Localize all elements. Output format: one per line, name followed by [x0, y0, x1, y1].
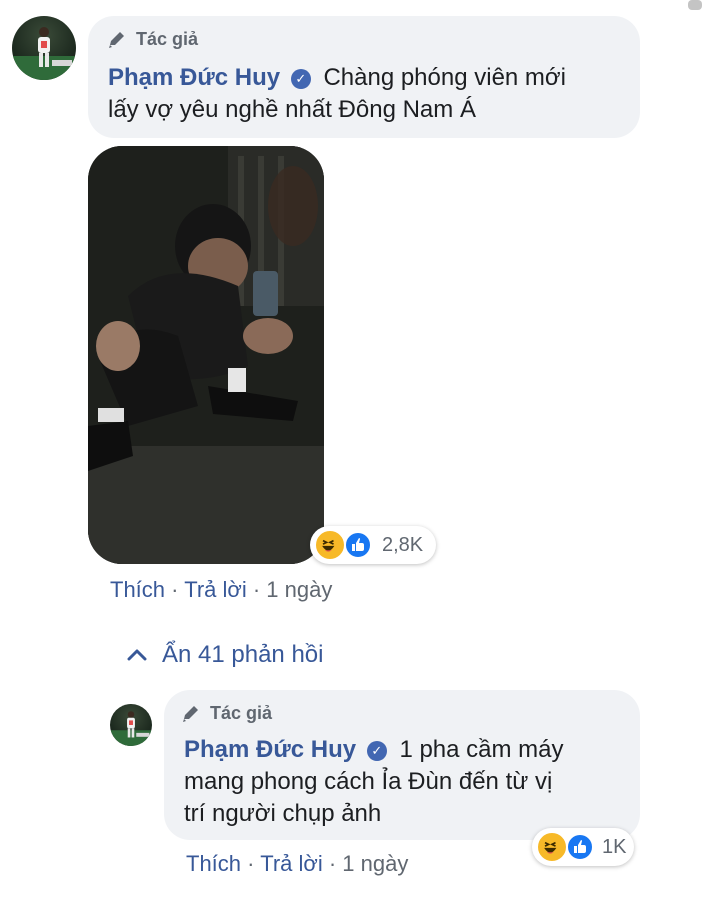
- separator: ·: [171, 577, 179, 602]
- reply-link[interactable]: Trả lời: [260, 851, 323, 876]
- like-reaction-icon: [566, 833, 594, 861]
- photo-image: [88, 146, 324, 564]
- reaction-summary[interactable]: 1K: [532, 828, 634, 866]
- reply-link[interactable]: Trả lời: [184, 577, 247, 602]
- reply-avatar[interactable]: [110, 704, 152, 746]
- verified-badge-icon: ✓: [290, 68, 311, 89]
- scrollbar-thumb[interactable]: [688, 0, 702, 10]
- reply-text-line1: 1 pha cầm máy: [399, 736, 564, 763]
- chevron-up-icon: [126, 644, 148, 666]
- reply-text-line3: trí người chụp ảnh: [184, 800, 382, 827]
- avatar[interactable]: [12, 16, 76, 80]
- author-badge-label: Tác giả: [136, 28, 199, 49]
- avatar-image: [110, 711, 152, 746]
- like-link[interactable]: Thích: [110, 577, 165, 602]
- haha-reaction-icon: [536, 831, 568, 863]
- author-name-link[interactable]: Phạm Đức Huy: [184, 736, 356, 763]
- comment-text-line1: Chàng phóng viên mới: [323, 64, 566, 91]
- reaction-summary[interactable]: 2,8K: [310, 526, 436, 564]
- avatar-image: [12, 27, 76, 80]
- comment-actions: Thích · Trả lời · 1 ngày: [110, 576, 332, 604]
- separator: ·: [252, 577, 261, 602]
- separator: ·: [328, 851, 337, 876]
- like-reaction-icon: [344, 531, 372, 559]
- comment-bubble: Tác giả Phạm Đức Huy ✓ Chàng phóng viên …: [88, 16, 640, 138]
- pencil-icon: [180, 702, 202, 724]
- timestamp-link[interactable]: 1 ngày: [342, 851, 408, 876]
- reply-bubble: Tác giả Phạm Đức Huy ✓ 1 pha cầm máy man…: [164, 690, 640, 840]
- author-badge: Tác giả: [106, 28, 198, 50]
- reply-actions: Thích · Trả lời · 1 ngày: [186, 850, 408, 878]
- author-name-link[interactable]: Phạm Đức Huy: [108, 64, 280, 91]
- reaction-count: 1K: [602, 836, 627, 858]
- hide-replies-label: Ẩn 41 phản hồi: [162, 641, 324, 668]
- author-badge: Tác giả: [180, 702, 272, 724]
- author-badge-label: Tác giả: [210, 702, 273, 723]
- separator: ·: [247, 851, 255, 876]
- haha-reaction-icon: [314, 529, 346, 561]
- comment-text-line2: lấy vợ yêu nghề nhất Đông Nam Á: [108, 96, 476, 123]
- verified-badge-icon: ✓: [366, 740, 387, 761]
- comment-photo[interactable]: [88, 146, 324, 564]
- reply-text-line2: mang phong cách Ỉa Đùn đến từ vị: [184, 768, 553, 795]
- reaction-count: 2,8K: [382, 534, 424, 556]
- pencil-icon: [106, 28, 128, 50]
- hide-replies-toggle[interactable]: Ẩn 41 phản hồi: [126, 640, 323, 670]
- like-link[interactable]: Thích: [186, 851, 241, 876]
- timestamp-link[interactable]: 1 ngày: [266, 577, 332, 602]
